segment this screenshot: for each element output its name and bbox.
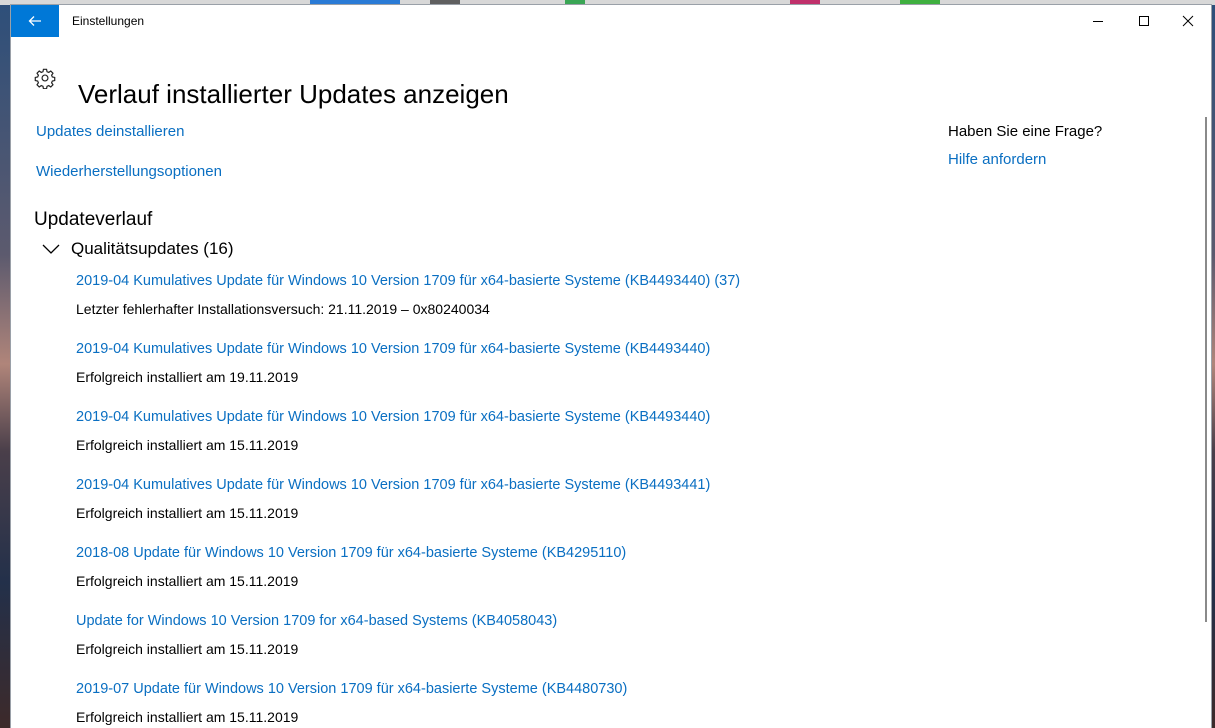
list-item: Update for Windows 10 Version 1709 for x… (76, 613, 896, 673)
list-item: 2019-04 Kumulatives Update für Windows 1… (76, 409, 896, 469)
list-item: 2019-04 Kumulatives Update für Windows 1… (76, 341, 896, 401)
desktop-tab-green2 (900, 0, 940, 4)
update-title-link[interactable]: 2019-04 Kumulatives Update für Windows 1… (76, 477, 710, 493)
gear-icon (34, 68, 56, 89)
desktop-tab-blue (310, 0, 400, 4)
update-title-link[interactable]: 2018-08 Update für Windows 10 Version 17… (76, 545, 626, 561)
close-icon (1182, 15, 1194, 27)
arrow-left-icon (28, 16, 41, 26)
list-item: 2019-07 Update für Windows 10 Version 17… (76, 681, 896, 728)
desktop-tab-pink (790, 0, 820, 4)
list-item: 2019-04 Kumulatives Update für Windows 1… (76, 273, 896, 333)
update-status: Letzter fehlerhafter Installationsversuc… (76, 301, 490, 317)
window-title: Einstellungen (72, 14, 145, 28)
update-history-heading: Updateverlauf (34, 209, 153, 230)
update-status: Erfolgreich installiert am 19.11.2019 (76, 369, 299, 385)
update-title-link[interactable]: 2019-07 Update für Windows 10 Version 17… (76, 681, 627, 697)
back-button[interactable] (11, 5, 59, 37)
get-help-link[interactable]: Hilfe anfordern (948, 151, 1046, 168)
uninstall-updates-link[interactable]: Updates deinstallieren (36, 123, 184, 140)
scrollbar-thumb[interactable] (1205, 117, 1207, 622)
maximize-icon (1139, 16, 1149, 26)
minimize-button[interactable] (1075, 5, 1121, 37)
update-status: Erfolgreich installiert am 15.11.2019 (76, 437, 299, 453)
list-item: 2018-08 Update für Windows 10 Version 17… (76, 545, 896, 605)
maximize-button[interactable] (1121, 5, 1167, 37)
quality-updates-label: Qualitätsupdates (16) (71, 239, 234, 258)
update-status: Erfolgreich installiert am 15.11.2019 (76, 573, 299, 589)
close-button[interactable] (1165, 5, 1211, 37)
page-title: Verlauf installierter Updates anzeigen (78, 79, 509, 110)
help-question-text: Haben Sie eine Frage? (948, 123, 1103, 140)
update-title-link[interactable]: 2019-04 Kumulatives Update für Windows 1… (76, 341, 710, 357)
minimize-icon (1093, 21, 1103, 22)
scrollbar[interactable] (1205, 117, 1209, 622)
desktop-tab-green (565, 0, 585, 4)
update-title-link[interactable]: 2019-04 Kumulatives Update für Windows 1… (76, 273, 740, 289)
update-title-link[interactable]: Update for Windows 10 Version 1709 for x… (76, 613, 557, 629)
list-item: 2019-04 Kumulatives Update für Windows 1… (76, 477, 896, 537)
settings-window: Einstellungen Verlauf installierter Upda… (11, 5, 1211, 728)
update-status: Erfolgreich installiert am 15.11.2019 (76, 641, 299, 657)
chevron-down-icon (42, 244, 60, 254)
update-status: Erfolgreich installiert am 15.11.2019 (76, 505, 299, 521)
update-title-link[interactable]: 2019-04 Kumulatives Update für Windows 1… (76, 409, 710, 425)
desktop-tab-gray (430, 0, 460, 4)
title-bar: Einstellungen (11, 5, 1211, 37)
recovery-options-link[interactable]: Wiederherstellungsoptionen (36, 163, 222, 180)
update-status: Erfolgreich installiert am 15.11.2019 (76, 709, 299, 725)
